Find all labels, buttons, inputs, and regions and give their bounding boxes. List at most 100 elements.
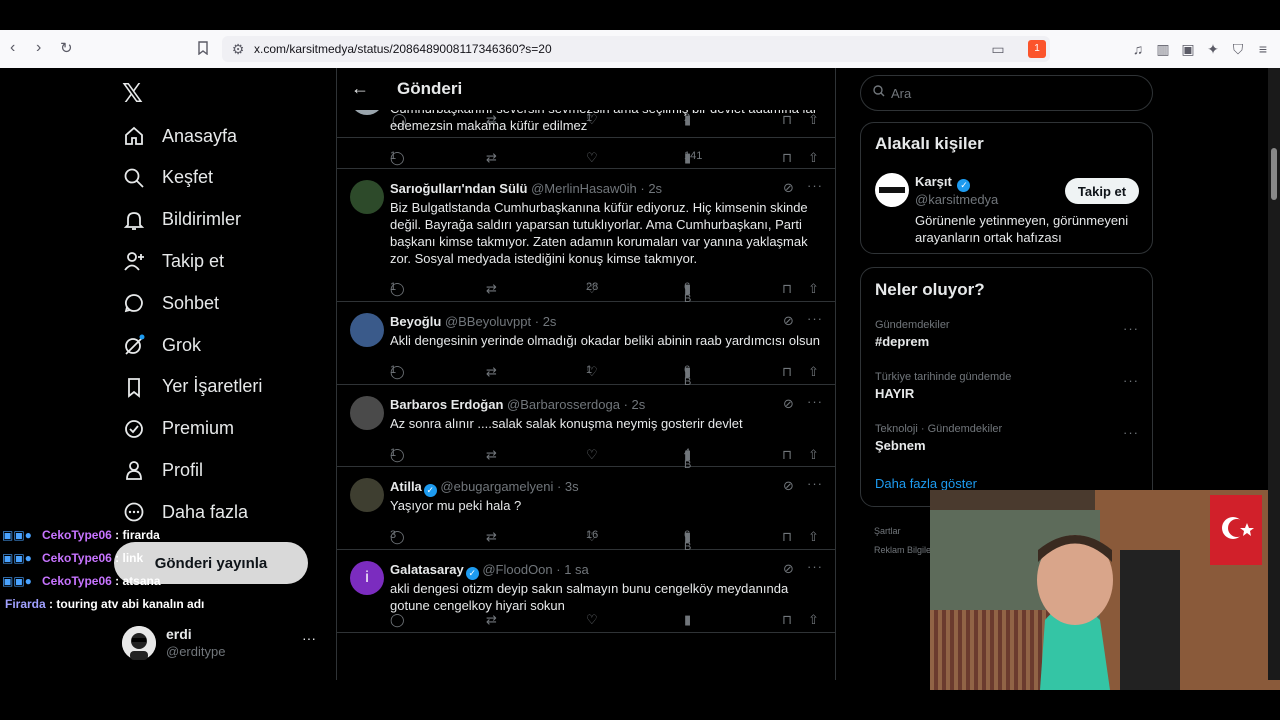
search-icon <box>873 85 885 100</box>
author-name[interactable]: Sarıoğulları'ndan Sülü <box>390 181 527 196</box>
trends-title: Neler oluyor? <box>875 280 985 299</box>
more-icon[interactable]: ··· <box>807 311 823 326</box>
search-input[interactable]: Ara <box>860 75 1153 111</box>
vpn-icon[interactable]: ⛉ <box>1230 41 1246 57</box>
nav-label: Profil <box>162 459 204 480</box>
tweet-actions: ◯ 1 ⇄ ♡ ▮ 4 B ⊓ ⇧ <box>390 447 819 471</box>
avatar[interactable] <box>350 478 384 512</box>
address-bar[interactable]: ⚙ x.com/karsitmedya/status/2086489008117… <box>222 36 1050 62</box>
account-switcher[interactable]: erdi @erditype ··· <box>122 624 322 664</box>
grok-icon[interactable]: ⊘ <box>783 478 794 494</box>
nav-item-verified[interactable]: Premium <box>120 409 234 449</box>
author-handle[interactable]: @FloodOon <box>482 562 552 577</box>
leo-icon[interactable]: ✦ <box>1205 41 1221 57</box>
more-icon[interactable]: ··· <box>1123 321 1139 336</box>
author-name[interactable]: Galatasaray <box>390 562 464 577</box>
more-icon[interactable]: ··· <box>302 630 316 646</box>
nav-item-bell[interactable]: Bildirimler <box>120 200 241 240</box>
timestamp[interactable]: 2s <box>543 314 557 329</box>
author-name[interactable]: Barbaros Erdoğan <box>390 397 503 412</box>
grok-icon[interactable]: ⊘ <box>783 313 794 329</box>
page-scrollbar[interactable] <box>1268 68 1280 680</box>
chat-message: Firarda : touring atv abi kanalın adı <box>5 597 205 611</box>
tweet[interactable]: i Galatasaray ✓ @FloodOon · 1 sa ⊘ ··· akli d… <box>337 550 835 633</box>
timestamp[interactable]: 3s <box>565 479 579 494</box>
timestamp[interactable]: 1 sa <box>564 562 589 577</box>
site-settings-icon[interactable]: ⚙ <box>230 41 246 57</box>
tweet[interactable]: Beyoğlu @BBeyoluvppt · 2s ⊘ ··· Akli denges… <box>337 302 835 388</box>
timeline[interactable]: ◯ ⇄ ♡1 ▮2 ⊓ ⇧ fatih ekran @F_EKRAN · 8d⊘… <box>336 68 836 680</box>
scrollbar-thumb[interactable] <box>1271 148 1277 200</box>
sidebar-icon[interactable]: ▥ <box>1155 41 1171 57</box>
more-icon[interactable]: ··· <box>807 394 823 409</box>
nav-item-home[interactable]: Anasayfa <box>120 116 237 156</box>
avatar[interactable] <box>350 396 384 430</box>
author-handle[interactable]: @Barbarosserdoga <box>507 397 620 412</box>
author-handle[interactable]: @BBeyoluvppt <box>445 314 531 329</box>
grok-icon[interactable]: ⊘ <box>783 561 794 577</box>
nav-item-follow[interactable]: Takip et <box>120 241 224 281</box>
url-text: x.com/karsitmedya/status/208648900811734… <box>254 42 552 56</box>
avatar[interactable]: i <box>350 561 384 595</box>
cast-icon[interactable]: ▭ <box>990 41 1006 57</box>
nav-item-chat[interactable]: Sohbet <box>120 283 219 323</box>
chat-message: ▣▣● CekoType06 : link <box>2 551 144 565</box>
grok-icon[interactable]: ⊘ <box>783 396 794 412</box>
tweet-text: Az sonra alınır ....salak salak konuşma … <box>390 416 743 431</box>
tweet[interactable]: Atilla ✓ @ebugargamelyeni · 3s ⊘ ··· Yaşıyor… <box>337 467 835 553</box>
music-icon[interactable]: ♫ <box>1130 41 1146 57</box>
profile-icon <box>120 456 148 484</box>
nav-item-more[interactable]: Daha fazla <box>120 492 248 532</box>
trend-name[interactable]: HAYIR <box>875 386 914 401</box>
separator: · <box>531 314 543 329</box>
x-logo[interactable]: 𝕏 <box>122 78 143 109</box>
tweet-actions: ◯ 3 ⇄ ♡ 16 ▮ 6 B ⊓ ⇧ <box>390 529 819 553</box>
trend-name[interactable]: Şebnem <box>875 438 926 453</box>
nav-item-grok[interactable]: Grok <box>120 325 201 365</box>
avatar[interactable] <box>350 313 384 347</box>
terms-link[interactable]: Şartlar <box>874 526 901 536</box>
back-icon[interactable]: ‹ <box>10 39 15 57</box>
forward-icon[interactable]: › <box>36 39 41 57</box>
wallet-icon[interactable]: ▣ <box>1180 41 1196 57</box>
tweet[interactable]: Sarıoğulları'ndan Sülü @MerlinHasaw0ih ·… <box>337 169 835 305</box>
related-name[interactable]: Karşıt ✓ <box>915 174 971 192</box>
grok-icon[interactable]: ⊘ <box>783 180 794 196</box>
avatar[interactable] <box>875 173 909 207</box>
menu-icon[interactable]: ≡ <box>1255 41 1271 57</box>
author-name[interactable]: Atilla <box>390 479 422 494</box>
author-handle[interactable]: @ebugargamelyeni <box>440 479 553 494</box>
verified-icon: ✓ <box>957 179 971 192</box>
avatar[interactable] <box>350 180 384 214</box>
more-icon[interactable]: ··· <box>1123 373 1139 388</box>
brave-shield-icon[interactable]: 1 <box>1028 40 1046 58</box>
browser-toolbar: ‹ › ↻ ⚙ x.com/karsitmedya/status/2086489… <box>0 30 1280 68</box>
more-icon[interactable]: ··· <box>807 476 823 491</box>
nav-item-profile[interactable]: Profil <box>120 450 203 490</box>
verified-icon <box>120 415 148 443</box>
follow-icon <box>120 247 148 275</box>
nav-label: Anasayfa <box>162 125 238 146</box>
nav-item-search[interactable]: Keşfet <box>120 158 213 198</box>
show-more-link[interactable]: Daha fazla göster <box>875 476 977 491</box>
tweet[interactable]: Barbaros Erdoğan @Barbarosserdoga · 2s ⊘ ·… <box>337 385 835 471</box>
verified-icon: ✓ <box>465 567 479 580</box>
author-handle[interactable]: @MerlinHasaw0ih <box>531 181 637 196</box>
karsit-logo-icon <box>879 187 905 193</box>
tweet-text: Biz Bulgatlstanda Cumhurbaşkanına küfür … <box>390 200 808 266</box>
author-name[interactable]: Beyoğlu <box>390 314 441 329</box>
reload-icon[interactable]: ↻ <box>60 39 73 57</box>
more-icon[interactable]: ··· <box>807 178 823 193</box>
back-arrow-icon[interactable]: ← <box>351 78 369 99</box>
bookmark-page-icon[interactable] <box>195 41 211 57</box>
more-icon[interactable]: ··· <box>1123 425 1139 440</box>
more-icon[interactable]: ··· <box>807 559 823 574</box>
timestamp[interactable]: 2s <box>648 181 662 196</box>
trend-name[interactable]: #deprem <box>875 334 929 349</box>
timestamp[interactable]: 2s <box>632 397 646 412</box>
post-header: ← Gönderi <box>337 68 835 110</box>
ads-link[interactable]: Reklam Bilgile <box>874 545 931 555</box>
follow-button[interactable]: Takip et <box>1065 178 1139 204</box>
trend-category: Gündemdekiler <box>875 319 950 331</box>
nav-item-bookmark[interactable]: Yer İşaretleri <box>120 367 262 407</box>
